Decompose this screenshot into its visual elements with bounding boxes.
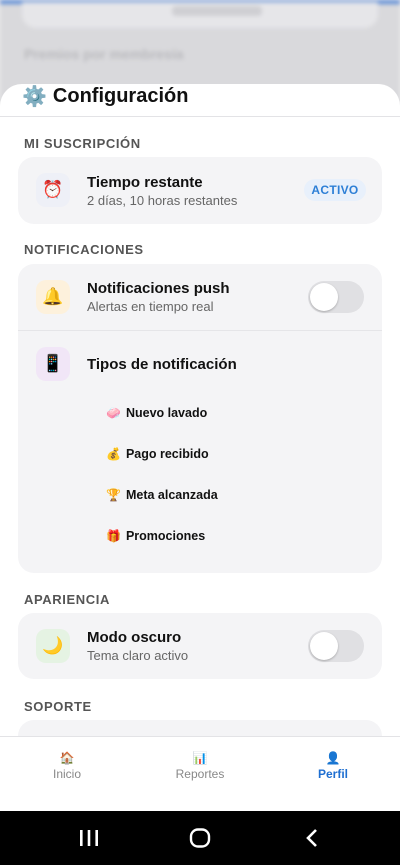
notification-types-title: Tipos de notificación xyxy=(87,356,237,373)
background-pill xyxy=(22,2,378,28)
bell-icon: 🔔 xyxy=(36,280,70,314)
home-circle-icon xyxy=(189,828,211,848)
header-divider xyxy=(0,116,400,117)
bar-chart-icon: 📊 xyxy=(192,751,208,765)
gift-icon: 🎁 xyxy=(106,529,121,543)
section-label-notifications: NOTIFICACIONES xyxy=(24,242,144,257)
moon-icon: 🌙 xyxy=(36,629,70,663)
notification-type-new-wash[interactable]: 🧼 Nuevo lavado xyxy=(106,406,207,420)
user-icon: 👤 xyxy=(325,751,341,765)
status-badge: ACTIVO xyxy=(304,179,366,201)
notification-type-label: Promociones xyxy=(125,529,206,543)
toggle-knob xyxy=(310,283,338,311)
tab-perfil[interactable]: 👤 Perfil xyxy=(283,751,383,781)
dark-mode-toggle[interactable] xyxy=(308,630,364,662)
dark-mode-subtitle: Tema claro activo xyxy=(87,648,189,663)
toggle-knob xyxy=(310,632,338,660)
support-card[interactable] xyxy=(18,720,382,736)
recent-apps-button[interactable] xyxy=(74,824,104,852)
tab-label: Perfil xyxy=(317,767,348,781)
soap-icon: 🧼 xyxy=(106,406,121,420)
notification-type-goal[interactable]: 🏆 Meta alcanzada xyxy=(106,488,218,502)
back-chevron-icon xyxy=(306,829,317,847)
tab-label: Inicio xyxy=(52,767,81,781)
page-title-row: ⚙️ Configuración xyxy=(22,84,188,108)
notifications-card: 🔔 Notificaciones push Alertas en tiempo … xyxy=(18,264,382,573)
section-label-support: SOPORTE xyxy=(24,699,92,714)
phone-icon: 📱 xyxy=(36,347,70,381)
push-title: Notificaciones push xyxy=(87,280,230,297)
subscription-card[interactable]: ⏰ Tiempo restante 2 días, 10 horas resta… xyxy=(18,157,382,224)
notification-type-label: Meta alcanzada xyxy=(125,488,218,502)
trophy-icon: 🏆 xyxy=(106,488,121,502)
page-title: Configuración xyxy=(52,84,189,107)
subscription-subtitle: 2 días, 10 horas restantes xyxy=(87,193,238,208)
appearance-card: 🌙 Modo oscuro Tema claro activo xyxy=(18,613,382,679)
subscription-title: Tiempo restante xyxy=(87,174,203,191)
row-divider xyxy=(18,330,382,331)
back-button[interactable] xyxy=(297,824,327,852)
push-toggle[interactable] xyxy=(308,281,364,313)
dark-mode-title: Modo oscuro xyxy=(87,629,182,646)
section-label-subscription: MI SUSCRIPCIÓN xyxy=(24,136,141,151)
system-navigation-bar xyxy=(0,811,400,865)
gear-icon: ⚙️ xyxy=(22,85,47,108)
bottom-tab-bar: 🏠 Inicio 📊 Reportes 👤 Perfil xyxy=(0,736,400,812)
tab-inicio[interactable]: 🏠 Inicio xyxy=(17,751,117,781)
tab-label: Reportes xyxy=(175,767,225,781)
notification-type-label: Pago recibido xyxy=(125,447,209,461)
alarm-clock-icon: ⏰ xyxy=(36,173,70,207)
settings-sheet: ⚙️ Configuración MI SUSCRIPCIÓN ⏰ Tiempo… xyxy=(0,84,400,736)
notification-type-label: Nuevo lavado xyxy=(125,406,208,420)
background-text: Premios por membresía xyxy=(24,46,184,62)
home-button[interactable] xyxy=(185,824,215,852)
tab-reportes[interactable]: 📊 Reportes xyxy=(150,751,250,781)
section-label-appearance: APARIENCIA xyxy=(24,592,110,607)
money-bag-icon: 💰 xyxy=(106,447,121,461)
push-subtitle: Alertas en tiempo real xyxy=(87,299,214,314)
notification-type-payment[interactable]: 💰 Pago recibido xyxy=(106,447,209,461)
notification-type-promotions[interactable]: 🎁 Promociones xyxy=(106,529,205,543)
home-icon: 🏠 xyxy=(59,751,75,765)
recent-apps-icon xyxy=(80,830,98,846)
